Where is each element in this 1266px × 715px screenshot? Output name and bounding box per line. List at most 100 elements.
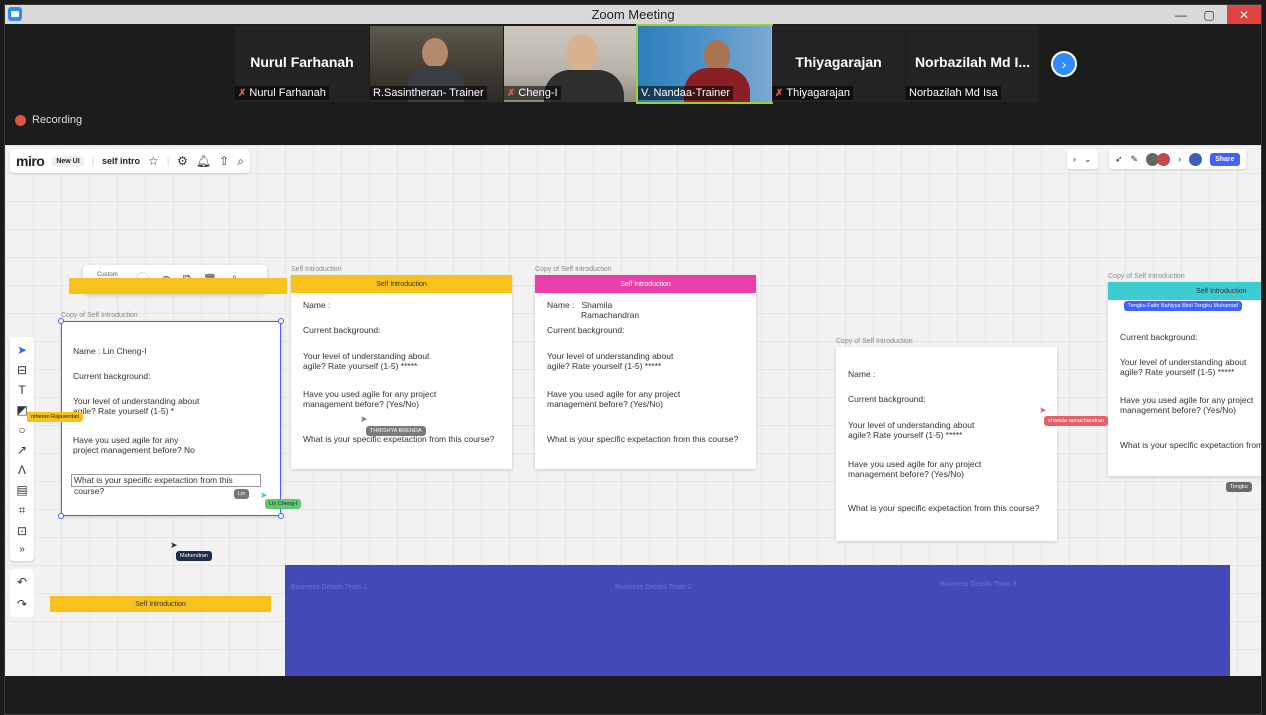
frame-label[interactable]: Copy of Self Introduction [535, 266, 612, 273]
star-icon[interactable]: ☆ [148, 154, 159, 168]
frame-label[interactable]: Business Details Team 3 [940, 581, 1017, 588]
participant-label: ✗ Thiyagarajan [772, 86, 853, 100]
intro-card[interactable]: Self Introduction Current background: Yo… [1108, 282, 1261, 476]
participant-tile[interactable]: Norbazilah Md I... Norbazilah Md Isa [906, 26, 1039, 102]
collaboration-bar: ➶ ✎ › Share [1109, 149, 1246, 169]
recording-indicator[interactable]: Recording [15, 114, 82, 126]
collaborator-cursor-label: Tengku Fatin Bahiyya Binti Tengku Muhama… [1124, 301, 1242, 311]
bell-icon[interactable]: 🔔︎ [196, 154, 211, 168]
frame-label[interactable]: Copy of Self Introduction [836, 338, 913, 345]
participant-strip: Nurul Farhanah ✗ Nurul Farhanah R.Sasinth… [5, 24, 1261, 145]
card-header: Self Introduction [1108, 282, 1261, 300]
frame-label[interactable]: Copy of Self Introduction [61, 312, 138, 319]
redo-icon[interactable]: ↷ [17, 597, 27, 611]
participant-tile[interactable]: R.Sasintheran- Trainer [370, 26, 503, 102]
participant-label: R.Sasintheran- Trainer [370, 86, 487, 100]
avatar[interactable] [1157, 152, 1171, 166]
zoom-bottom-bar [5, 676, 1261, 714]
card-understanding: Your level of understanding about agile?… [1120, 357, 1247, 377]
arrow-right-icon[interactable]: › [1073, 154, 1076, 164]
settings-icon[interactable]: ⚙ [177, 154, 188, 168]
window-title: Zoom Meeting [591, 7, 675, 22]
self-intro-label[interactable]: Self Introduction [50, 596, 271, 612]
recording-label: Recording [32, 114, 83, 126]
share-button[interactable]: Share [1210, 152, 1240, 166]
card-expectation: What is your specific expetaction from t… [848, 503, 1040, 513]
text-icon[interactable]: T [18, 383, 25, 397]
miro-top-toolbar: miro New UI | self intro ☆ | ⚙ 🔔︎ ⇧ ⌕ [10, 149, 250, 173]
participant-tile[interactable]: Thiyagarajan ✗ Thiyagarajan [772, 26, 905, 102]
participant-tile[interactable]: Nurul Farhanah ✗ Nurul Farhanah [235, 26, 369, 102]
mic-muted-icon: ✗ [775, 87, 784, 99]
undo-icon[interactable]: ↶ [17, 575, 27, 589]
upload-icon[interactable]: ⇧ [219, 154, 229, 168]
card-header: Self Introduction [535, 275, 756, 293]
intro-card[interactable]: Self Introduction Name : Shamila Ramacha… [535, 275, 756, 469]
selection-box [61, 321, 281, 516]
card-agile-used: Have you used agile for any project mana… [303, 389, 437, 409]
resize-handle[interactable] [278, 318, 284, 324]
card-name: Name : Shamila [547, 300, 613, 310]
select-icon[interactable]: ➤ [17, 343, 27, 357]
participant-tile-active[interactable]: V. Nandaa-Trainer [636, 24, 773, 104]
chevrons-down-icon[interactable]: ⌄ [1084, 154, 1092, 165]
avatar[interactable] [1189, 152, 1203, 166]
participant-big-name: Thiyagarajan [795, 54, 882, 70]
title-bar: Zoom Meeting — ▢ ✕ [5, 5, 1261, 24]
board-name[interactable]: self intro [102, 156, 140, 166]
mic-muted-icon: ✗ [507, 87, 516, 99]
new-ui-badge[interactable]: New UI [52, 155, 84, 167]
template-icon[interactable]: ⊟ [17, 363, 27, 377]
card-name-continued: Ramachandran [581, 310, 640, 320]
participant-label: ✗ Cheng-I [504, 86, 561, 100]
arrow-icon[interactable]: ↗ [17, 443, 27, 457]
collaborator-cursor-icon: ➤ [1039, 405, 1047, 415]
pen-icon[interactable]: Λ [18, 463, 26, 477]
more-users-icon[interactable]: › [1178, 154, 1181, 164]
frame-label[interactable]: Copy of Self Introduction [1108, 273, 1185, 280]
resize-handle[interactable] [278, 513, 284, 519]
miro-left-toolbar: ➤ ⊟ T ◩ ○ ↗ Λ ▤ ⌗ ⊡ » [10, 337, 34, 561]
card-background: Current background: [303, 325, 381, 335]
upload-icon[interactable]: ⊡ [17, 524, 27, 538]
business-details-area[interactable]: Business Details Team 1 Business Details… [285, 565, 1230, 676]
participant-video [566, 34, 598, 72]
miro-board[interactable]: miro New UI | self intro ☆ | ⚙ 🔔︎ ⇧ ⌕ › … [5, 145, 1261, 676]
collaborator-avatar-label: Lin [234, 489, 250, 499]
shape-icon[interactable]: ○ [18, 423, 25, 437]
frame-label[interactable]: Business Details Team 2 [615, 584, 692, 591]
mic-muted-icon: ✗ [238, 87, 247, 99]
card-name: Name : [848, 369, 876, 379]
participant-big-name: Nurul Farhanah [250, 54, 354, 70]
resize-handle[interactable] [58, 513, 64, 519]
search-icon[interactable]: ⌕ [237, 154, 244, 169]
frame-label[interactable]: Business Details Team 1 [291, 584, 368, 591]
comment-icon[interactable]: ▤ [16, 483, 27, 497]
intro-card[interactable]: Name : Current background: Your level of… [836, 347, 1057, 541]
card-agile-used: Have you used agile for any project mana… [848, 459, 982, 479]
next-page-icon[interactable]: › [1051, 51, 1077, 77]
minimize-button[interactable]: — [1167, 5, 1195, 24]
collaborator-cursor-label: ntheran Rajaverdan [27, 412, 84, 422]
celebrate-icon[interactable]: ✎ [1131, 154, 1139, 165]
collaborator-cursor-label: Tengku [1226, 482, 1252, 492]
collaborator-cursor-label: THRISHYA BRENDA [366, 426, 426, 436]
resize-handle[interactable] [58, 318, 64, 324]
maximize-button[interactable]: ▢ [1195, 5, 1223, 24]
close-button[interactable]: ✕ [1227, 5, 1261, 24]
intro-card[interactable]: Self Introduction Name : Current backgro… [291, 275, 512, 469]
sticky-note-icon[interactable]: ◩ [16, 403, 27, 417]
participant-tile[interactable]: ✗ Cheng-I [504, 26, 637, 102]
frame-icon[interactable]: ⌗ [19, 503, 26, 518]
self-intro-banner[interactable] [69, 278, 287, 294]
frame-label[interactable]: Self Introduction [291, 266, 342, 273]
collaborator-cursor-icon: ➤ [170, 540, 178, 550]
cursor-icon[interactable]: ➶ [1115, 154, 1123, 165]
miro-logo[interactable]: miro [16, 153, 45, 169]
participant-video [422, 38, 448, 68]
more-tools-icon[interactable]: » [19, 544, 25, 555]
participant-label: V. Nandaa-Trainer [638, 86, 734, 100]
zoom-window: Zoom Meeting — ▢ ✕ Nurul Farhanah ✗ Nurul… [4, 4, 1262, 715]
participant-label: Norbazilah Md Isa [906, 86, 1001, 100]
zoom-icon [8, 7, 22, 21]
